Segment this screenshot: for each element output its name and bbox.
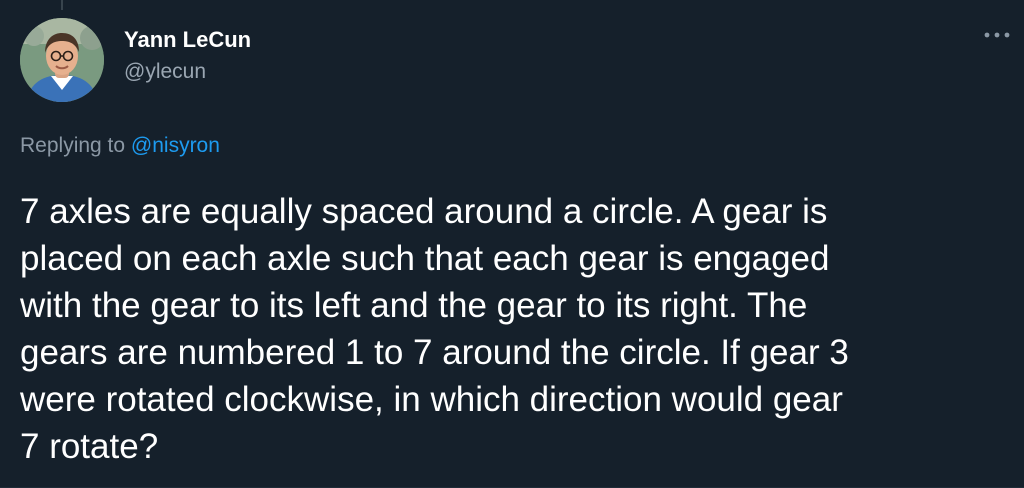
author-block: Yann LeCun @ylecun — [124, 26, 251, 86]
profile-photo-icon — [20, 18, 104, 102]
tweet-text-line: gears are numbered 1 to 7 around the cir… — [20, 333, 849, 372]
replying-to-label: Replying to — [20, 134, 126, 157]
replying-to-line: Replying to @nisyron — [20, 130, 220, 162]
tweet-text-line: 7 rotate? — [20, 427, 159, 466]
tweet-text-line: were rotated clockwise, in which directi… — [20, 380, 843, 419]
tweet-text-line: 7 axles are equally spaced around a circ… — [20, 192, 828, 231]
thread-connector — [61, 0, 63, 10]
avatar[interactable] — [20, 18, 104, 102]
tweet-text-line: placed on each axle such that each gear … — [20, 239, 830, 278]
author-handle[interactable]: @ylecun — [124, 58, 251, 86]
tweet-text-line: with the gear to its left and the gear t… — [20, 286, 808, 325]
author-display-name[interactable]: Yann LeCun — [124, 26, 251, 54]
reply-mention-link[interactable]: @nisyron — [131, 134, 220, 157]
tweet-text: 7 axles are equally spaced around a circ… — [20, 188, 1010, 470]
more-button[interactable] — [982, 28, 1012, 42]
more-icon — [984, 32, 1010, 38]
tweet-card: Yann LeCun @ylecun Replying to @nisyron … — [0, 0, 1024, 488]
